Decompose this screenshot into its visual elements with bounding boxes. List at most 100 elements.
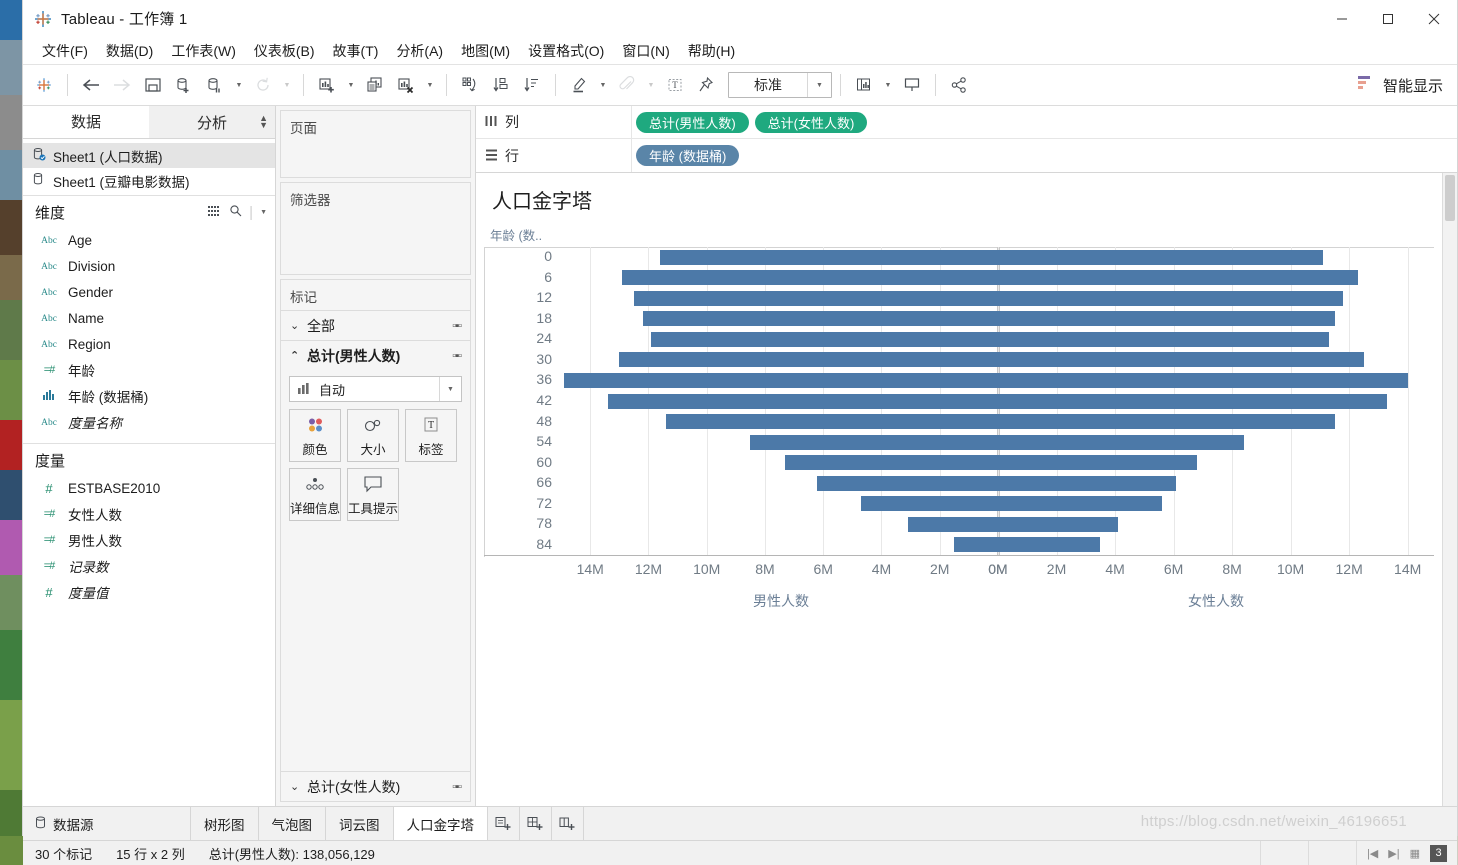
measure-field-1[interactable]: =# 女性人数 [23, 501, 275, 527]
chevron-down-icon[interactable]: ⌄ [290, 319, 300, 332]
zoom-level-select[interactable]: 标准 ▼ [728, 72, 832, 98]
close-button[interactable] [1411, 0, 1457, 38]
rows-shelf[interactable]: 行 年龄 (数据桶) [476, 139, 1457, 172]
columns-shelf[interactable]: 列 总计(男性人数) 总计(女性人数) [476, 106, 1457, 139]
menu-data[interactable]: 数据(D) [97, 38, 162, 64]
fit-dropdown-caret-icon[interactable]: ▼ [880, 70, 896, 100]
measure-field-2[interactable]: =# 男性人数 [23, 527, 275, 553]
bar-male[interactable] [750, 434, 998, 450]
marks-row-female[interactable]: ⌄ 总计(女性人数) ▫▪▫ [281, 771, 470, 801]
bar-female[interactable] [998, 434, 1244, 450]
paperclip-icon[interactable] [612, 70, 642, 100]
vertical-scrollbar[interactable] [1442, 173, 1457, 806]
sheet-tab-bubble[interactable]: 气泡图 [258, 807, 326, 840]
sheet-tab-treemap[interactable]: 树形图 [191, 807, 259, 840]
new-worksheet-button[interactable] [488, 807, 520, 840]
marks-label-button[interactable]: T 标签 [405, 409, 457, 462]
bar-female[interactable] [998, 455, 1197, 471]
measure-field-0[interactable]: # ESTBASE2010 [23, 475, 275, 501]
tableau-home-icon[interactable] [29, 70, 59, 100]
bar-male[interactable] [665, 414, 998, 430]
bar-male[interactable] [907, 516, 998, 532]
pill-age-bin[interactable]: 年龄 (数据桶) [636, 145, 740, 166]
pages-card[interactable]: 页面 [280, 110, 471, 178]
marks-row-all[interactable]: ⌄ 全部 ▫▪▫ [281, 310, 470, 340]
datasource-item-secondary[interactable]: Sheet1 (豆瓣电影数据) [23, 168, 275, 193]
rows-shelf-dropzone[interactable]: 年龄 (数据桶) [631, 139, 1457, 172]
marks-tooltip-button[interactable]: 工具提示 [347, 468, 399, 521]
measure-field-4[interactable]: # 度量值 [23, 579, 275, 605]
presentation-pin-icon[interactable] [691, 70, 721, 100]
back-icon[interactable] [76, 70, 106, 100]
refresh-icon[interactable] [248, 70, 278, 100]
menu-analysis[interactable]: 分析(A) [387, 38, 452, 64]
minimize-button[interactable] [1319, 0, 1365, 38]
bar-female[interactable] [998, 372, 1408, 388]
bar-female[interactable] [998, 270, 1358, 286]
share-icon[interactable] [944, 70, 974, 100]
menu-story[interactable]: 故事(T) [324, 38, 388, 64]
sort-descending-icon[interactable] [517, 70, 547, 100]
group-by-folder-icon[interactable] [208, 204, 222, 221]
population-pyramid-chart[interactable]: 人口金字塔 年龄 (数.. 0 6 12 18 24 30 36 42 48 54 60 66 72 78 8… [476, 173, 1457, 806]
menu-file[interactable]: 文件(F) [33, 38, 97, 64]
menu-window[interactable]: 窗口(N) [613, 38, 678, 64]
bar-male[interactable] [660, 249, 998, 265]
measure-field-3[interactable]: =# 记录数 [23, 553, 275, 579]
new-sheet-dropdown-caret-icon[interactable]: ▼ [343, 70, 359, 100]
data-source-tab[interactable]: 数据源 [23, 807, 191, 840]
menu-worksheet[interactable]: 工作表(W) [162, 38, 245, 64]
filters-card[interactable]: 筛选器 [280, 182, 471, 275]
dimension-field-4[interactable]: Abc Region [23, 331, 275, 357]
marks-row-male[interactable]: ⌃ 总计(男性人数) ▫▪▫ [281, 340, 470, 370]
clear-dropdown-caret-icon[interactable]: ▼ [422, 70, 438, 100]
menu-map[interactable]: 地图(M) [452, 38, 519, 64]
sort-ascending-icon[interactable] [486, 70, 516, 100]
mark-type-caret-icon[interactable]: ▼ [439, 377, 461, 401]
swap-rows-columns-icon[interactable] [455, 70, 485, 100]
show-mark-labels-icon[interactable]: T [660, 70, 690, 100]
sheet-tab-population-pyramid[interactable]: 人口金字塔 [393, 807, 488, 840]
bar-male[interactable] [651, 331, 998, 347]
scrollbar-thumb[interactable] [1445, 175, 1455, 221]
maximize-button[interactable] [1365, 0, 1411, 38]
bar-male[interactable] [633, 290, 998, 306]
bar-female[interactable] [998, 393, 1388, 409]
bar-male[interactable] [785, 455, 998, 471]
menu-format[interactable]: 设置格式(O) [519, 38, 613, 64]
presentation-mode-icon[interactable] [897, 70, 927, 100]
bar-male[interactable] [817, 475, 998, 491]
prev-page-icon[interactable]: |◀ [1367, 847, 1378, 860]
bar-female[interactable] [998, 290, 1344, 306]
next-page-icon[interactable]: ▶| [1388, 847, 1399, 860]
tab-analytics[interactable]: 分析 ▲ ▼ [149, 106, 275, 138]
datasource-item-active[interactable]: Sheet1 (人口数据) [23, 143, 275, 168]
dimension-field-7[interactable]: Abc 度量名称 [23, 409, 275, 435]
bar-female[interactable] [998, 475, 1177, 491]
clear-sheet-icon[interactable] [391, 70, 421, 100]
bar-male[interactable] [619, 352, 998, 368]
marks-size-button[interactable]: 大小 [347, 409, 399, 462]
new-dashboard-button[interactable] [520, 807, 552, 840]
bar-female[interactable] [998, 496, 1162, 512]
chevron-down-icon[interactable]: ⌄ [290, 780, 300, 793]
dimension-field-0[interactable]: Abc Age [23, 227, 275, 253]
duplicate-sheet-icon[interactable] [360, 70, 390, 100]
marks-color-button[interactable]: 颜色 [289, 409, 341, 462]
bar-male[interactable] [564, 372, 998, 388]
bar-female[interactable] [998, 311, 1335, 327]
chevron-up-icon[interactable]: ⌃ [290, 349, 300, 362]
new-worksheet-icon[interactable] [312, 70, 342, 100]
grid-view-icon[interactable]: ▦ [1410, 847, 1420, 860]
sheet-tab-wordcloud[interactable]: 词云图 [326, 807, 394, 840]
bar-male[interactable] [861, 496, 998, 512]
search-fields-icon[interactable] [229, 204, 242, 221]
bar-female[interactable] [998, 414, 1335, 430]
dimensions-menu-caret-icon[interactable]: ▼ [260, 209, 267, 216]
refresh-dropdown-caret-icon[interactable]: ▼ [279, 70, 295, 100]
menu-dashboard[interactable]: 仪表板(B) [245, 38, 324, 64]
group-dropdown-caret-icon[interactable]: ▼ [643, 70, 659, 100]
new-story-button[interactable] [552, 807, 584, 840]
bar-male[interactable] [642, 311, 998, 327]
save-icon[interactable] [138, 70, 168, 100]
